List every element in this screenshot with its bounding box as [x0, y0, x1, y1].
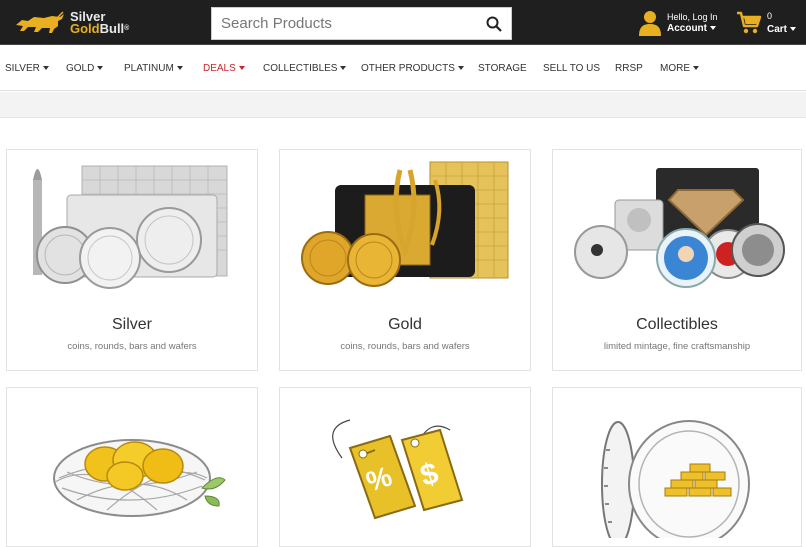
cart-icon — [737, 11, 762, 34]
chevron-down-icon — [42, 66, 49, 71]
deals-tags-image: % $ — [332, 419, 464, 520]
category-subtitle: limited mintage, fine craftsmanship — [603, 341, 751, 352]
chevron-down-icon — [693, 66, 699, 71]
search-icon — [486, 16, 502, 32]
site-logo[interactable]: Silver GoldBull® — [14, 9, 144, 37]
nav-silver[interactable]: SILVER — [5, 63, 49, 74]
nav-storage[interactable]: STORAGE — [478, 63, 527, 74]
nav-deals[interactable]: DEALS — [203, 63, 245, 74]
chevron-down-icon — [790, 27, 797, 32]
category-card-collectibles[interactable]: Collectibles limited mintage, fine craft… — [552, 149, 802, 371]
category-title: Collectibles — [636, 316, 718, 333]
search-button[interactable] — [477, 8, 511, 39]
storage-vault-image — [601, 420, 750, 538]
user-icon — [639, 11, 661, 36]
nav-rrsp[interactable]: RRSP — [615, 63, 643, 74]
nav-other-products[interactable]: OTHER PRODUCTS — [361, 63, 464, 74]
chevron-down-icon — [238, 66, 245, 71]
gold-products-image — [301, 161, 509, 287]
category-subtitle: coins, rounds, bars and wafers — [340, 341, 470, 352]
gold-nest-image — [53, 439, 226, 517]
collectibles-image — [574, 168, 785, 288]
site-header: Silver GoldBull® Hello, Log In Account — [0, 0, 806, 45]
category-card-storage[interactable] — [552, 387, 802, 547]
category-card-silver[interactable]: Silver coins, rounds, bars and wafers — [6, 149, 258, 371]
chevron-down-icon — [97, 66, 104, 71]
search-input[interactable] — [212, 8, 477, 39]
account-greeting: Hello, Log In — [667, 12, 718, 22]
nav-more[interactable]: MORE — [660, 63, 699, 74]
main-nav: SILVER GOLD PLATINUM DEALS COLLECTIBLES … — [0, 46, 806, 91]
cart-count: 0 — [767, 11, 773, 21]
category-title: Silver — [111, 316, 152, 333]
nav-collectibles[interactable]: COLLECTIBLES — [263, 63, 347, 74]
chevron-down-icon — [710, 26, 716, 31]
category-card-nest[interactable] — [6, 387, 258, 547]
chevron-down-icon — [457, 66, 464, 71]
cart-label: Cart — [767, 23, 797, 36]
silver-products-image — [33, 165, 228, 289]
category-title: Gold — [388, 316, 422, 333]
cart-button[interactable]: 0 Cart — [736, 8, 802, 38]
account-label: Account — [667, 23, 718, 35]
nav-platinum[interactable]: PLATINUM — [124, 63, 183, 74]
nav-sell-to-us[interactable]: SELL TO US — [543, 63, 600, 74]
bull-icon — [16, 11, 64, 33]
promo-band — [0, 92, 806, 118]
search-bar — [211, 7, 512, 40]
logo-goldbull-text: GoldBull® — [70, 21, 130, 36]
nav-gold[interactable]: GOLD — [66, 63, 104, 74]
account-menu[interactable]: Hello, Log In Account — [638, 9, 728, 37]
category-card-gold[interactable]: Gold coins, rounds, bars and wafers — [279, 149, 531, 371]
category-card-deals[interactable]: % $ — [279, 387, 531, 547]
category-subtitle: coins, rounds, bars and wafers — [67, 341, 197, 352]
chevron-down-icon — [176, 66, 183, 71]
chevron-down-icon — [340, 66, 347, 71]
